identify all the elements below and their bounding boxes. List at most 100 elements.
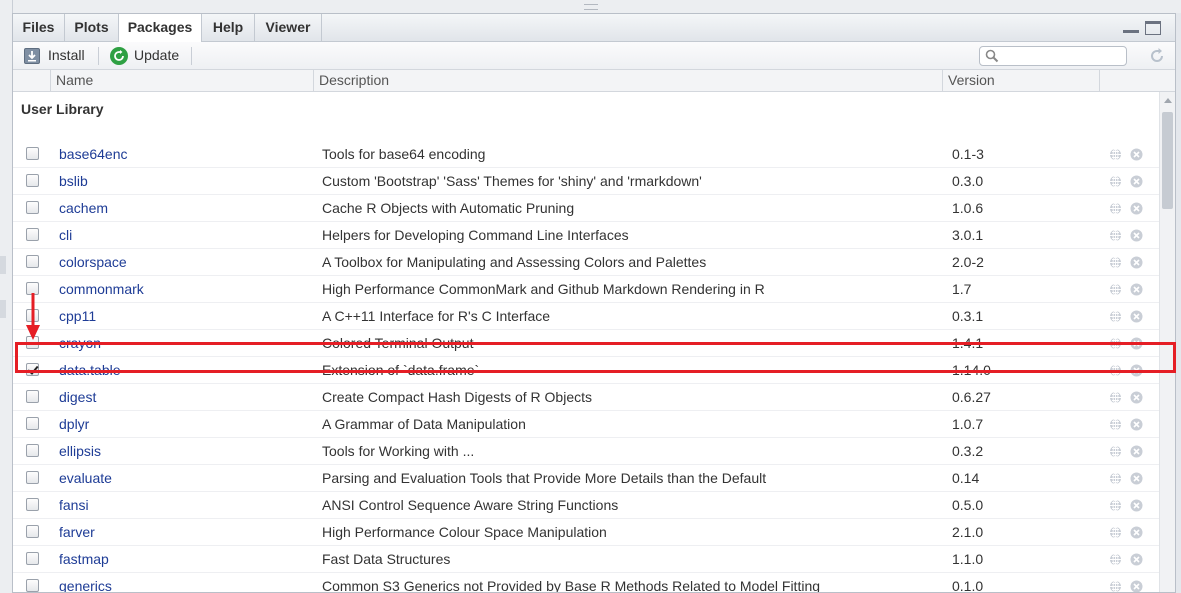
package-row[interactable]: bslib Custom 'Bootstrap' 'Sass' Themes fo… (13, 168, 1159, 195)
update-button[interactable]: Update (134, 42, 179, 69)
remove-package-icon[interactable] (1130, 553, 1143, 566)
globe-icon[interactable] (1109, 418, 1122, 431)
globe-icon[interactable] (1109, 391, 1122, 404)
package-name-link[interactable]: base64enc (59, 141, 128, 168)
package-name-link[interactable]: dplyr (59, 411, 89, 438)
remove-package-icon[interactable] (1130, 175, 1143, 188)
column-description[interactable]: Description (313, 70, 942, 91)
install-button[interactable]: Install (48, 42, 85, 69)
remove-package-icon[interactable] (1130, 526, 1143, 539)
package-load-checkbox[interactable] (26, 255, 39, 268)
remove-package-icon[interactable] (1130, 202, 1143, 215)
package-load-checkbox[interactable] (26, 444, 39, 457)
remove-package-icon[interactable] (1130, 418, 1143, 431)
tab-packages[interactable]: Packages (119, 14, 202, 42)
package-name-link[interactable]: generics (59, 573, 112, 592)
package-row[interactable]: dplyr A Grammar of Data Manipulation 1.0.7 (13, 411, 1159, 438)
edge-notch (0, 256, 6, 274)
globe-icon[interactable] (1109, 580, 1122, 593)
search-icon (985, 49, 999, 63)
package-row[interactable]: fastmap Fast Data Structures 1.1.0 (13, 546, 1159, 573)
scrollbar-thumb[interactable] (1162, 112, 1173, 209)
remove-package-icon[interactable] (1130, 229, 1143, 242)
search-input[interactable] (1002, 48, 1120, 64)
globe-icon[interactable] (1109, 283, 1122, 296)
package-table-header: Name Description Version (13, 70, 1175, 92)
remove-package-icon[interactable] (1130, 445, 1143, 458)
package-load-checkbox[interactable] (26, 147, 39, 160)
globe-icon[interactable] (1109, 229, 1122, 242)
package-row[interactable]: ellipsis Tools for Working with ... 0.3.2 (13, 438, 1159, 465)
package-search-box[interactable] (979, 46, 1127, 66)
package-row[interactable]: cachem Cache R Objects with Automatic Pru… (13, 195, 1159, 222)
package-row[interactable]: cli Helpers for Developing Command Line I… (13, 222, 1159, 249)
remove-package-icon[interactable] (1130, 499, 1143, 512)
package-name-link[interactable]: digest (59, 384, 96, 411)
tab-plots[interactable]: Plots (65, 14, 119, 41)
package-name-link[interactable]: farver (59, 519, 95, 546)
tab-viewer[interactable]: Viewer (255, 14, 322, 41)
package-name-link[interactable]: commonmark (59, 276, 144, 303)
tab-files[interactable]: Files (13, 14, 65, 41)
package-name-link[interactable]: fansi (59, 492, 89, 519)
remove-package-icon[interactable] (1130, 256, 1143, 269)
package-row[interactable]: base64enc Tools for base64 encoding 0.1-3 (13, 141, 1159, 168)
package-version: 0.6.27 (952, 389, 991, 405)
package-load-checkbox[interactable] (26, 525, 39, 538)
package-row[interactable]: fansi ANSI Control Sequence Aware String … (13, 492, 1159, 519)
package-row[interactable]: generics Common S3 Generics not Provided … (13, 573, 1159, 593)
remove-package-icon[interactable] (1130, 283, 1143, 296)
package-description: A C++11 Interface for R's C Interface (322, 308, 551, 324)
package-name-link[interactable]: colorspace (59, 249, 127, 276)
package-version: 0.3.2 (952, 443, 984, 459)
globe-icon[interactable] (1109, 445, 1122, 458)
globe-icon[interactable] (1109, 526, 1122, 539)
package-name-link[interactable]: fastmap (59, 546, 109, 573)
package-load-checkbox[interactable] (26, 417, 39, 430)
package-name-link[interactable]: bslib (59, 168, 88, 195)
remove-package-icon[interactable] (1130, 310, 1143, 323)
package-row[interactable]: farver High Performance Colour Space Mani… (13, 519, 1159, 546)
package-name-link[interactable]: cpp11 (59, 303, 96, 330)
package-row[interactable]: cpp11 A C++11 Interface for R's C Interfa… (13, 303, 1159, 330)
remove-package-icon[interactable] (1130, 391, 1143, 404)
globe-icon[interactable] (1109, 310, 1122, 323)
globe-icon[interactable] (1109, 472, 1122, 485)
globe-icon[interactable] (1109, 175, 1122, 188)
update-icon[interactable] (110, 47, 128, 65)
package-load-checkbox[interactable] (26, 471, 39, 484)
refresh-icon[interactable] (1147, 46, 1167, 66)
remove-package-icon[interactable] (1130, 148, 1143, 161)
package-load-checkbox[interactable] (26, 174, 39, 187)
package-row[interactable]: colorspace A Toolbox for Manipulating and… (13, 249, 1159, 276)
globe-icon[interactable] (1109, 148, 1122, 161)
minimize-pane-button[interactable] (1123, 21, 1139, 33)
package-load-checkbox[interactable] (26, 390, 39, 403)
package-name-link[interactable]: cachem (59, 195, 108, 222)
column-name[interactable]: Name (50, 70, 313, 91)
package-load-checkbox[interactable] (26, 498, 39, 511)
install-icon[interactable] (24, 48, 40, 64)
package-load-checkbox[interactable] (26, 228, 39, 241)
remove-package-icon[interactable] (1130, 472, 1143, 485)
package-row[interactable]: commonmark High Performance CommonMark an… (13, 276, 1159, 303)
highlight-annotation-box (15, 342, 1176, 373)
package-row[interactable]: digest Create Compact Hash Digests of R O… (13, 384, 1159, 411)
package-name-link[interactable]: ellipsis (59, 438, 101, 465)
maximize-pane-button[interactable] (1145, 21, 1161, 35)
package-load-checkbox[interactable] (26, 552, 39, 565)
column-version[interactable]: Version (942, 70, 1099, 91)
globe-icon[interactable] (1109, 202, 1122, 215)
package-name-link[interactable]: cli (59, 222, 72, 249)
remove-package-icon[interactable] (1130, 580, 1143, 593)
globe-icon[interactable] (1109, 499, 1122, 512)
package-name-link[interactable]: evaluate (59, 465, 112, 492)
tab-help[interactable]: Help (202, 14, 255, 41)
package-row[interactable]: evaluate Parsing and Evaluation Tools tha… (13, 465, 1159, 492)
package-load-checkbox[interactable] (26, 201, 39, 214)
package-load-checkbox[interactable] (26, 579, 39, 592)
globe-icon[interactable] (1109, 553, 1122, 566)
scroll-up-arrow-icon[interactable] (1164, 98, 1172, 103)
globe-icon[interactable] (1109, 256, 1122, 269)
pane-splitter[interactable] (0, 0, 1181, 13)
